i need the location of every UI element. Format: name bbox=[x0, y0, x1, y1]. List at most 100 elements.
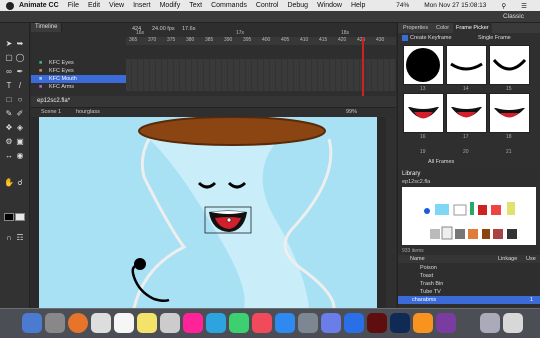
zoom-select[interactable]: 99% bbox=[346, 109, 357, 115]
animate-icon[interactable] bbox=[367, 313, 387, 333]
create-keyframe-checkbox[interactable] bbox=[402, 35, 408, 41]
zoom-tool-icon[interactable]: ☌ bbox=[15, 178, 25, 187]
menu-modify[interactable]: Modify bbox=[160, 2, 181, 9]
notes-icon[interactable] bbox=[137, 313, 157, 333]
frame-filter[interactable]: All Frames bbox=[428, 159, 454, 165]
paint-bucket-icon[interactable]: ◈ bbox=[15, 123, 25, 132]
document-tab[interactable]: ep12sc2.fla* bbox=[37, 98, 70, 104]
free-transform-icon[interactable]: ▢ bbox=[4, 53, 14, 62]
library-title[interactable]: Library bbox=[402, 171, 420, 177]
layer-name[interactable]: KFC Eyes bbox=[49, 59, 74, 67]
system-preferences-icon[interactable] bbox=[298, 313, 318, 333]
library-item[interactable]: Tube TV bbox=[398, 288, 540, 296]
camera-icon[interactable]: ◉ bbox=[15, 151, 25, 160]
menu-help[interactable]: Help bbox=[351, 2, 365, 9]
oval-tool-icon[interactable]: ○ bbox=[15, 95, 25, 104]
menu-edit[interactable]: Edit bbox=[88, 2, 100, 9]
snap-icon[interactable]: ∩ bbox=[4, 233, 14, 242]
frame-ruler[interactable]: 16s 17s 18s 365 370 375 380 385 390 395 … bbox=[126, 30, 396, 45]
transform-point[interactable] bbox=[226, 217, 232, 223]
frame-grid[interactable] bbox=[126, 59, 396, 91]
pencil-icon[interactable]: ✎ bbox=[4, 109, 14, 118]
3d-rotation-icon[interactable]: ◯ bbox=[15, 53, 25, 62]
menu-list-icon[interactable]: ☰ bbox=[521, 2, 527, 10]
breadcrumb-scene[interactable]: Scene 1 bbox=[41, 109, 61, 115]
bone-tool-icon[interactable]: ❖ bbox=[4, 123, 14, 132]
library-item[interactable]: Poison bbox=[398, 264, 540, 272]
rectangle-tool-icon[interactable]: □ bbox=[4, 95, 14, 104]
steam-icon[interactable] bbox=[344, 313, 364, 333]
photos-icon[interactable] bbox=[183, 313, 203, 333]
playhead[interactable] bbox=[362, 37, 364, 96]
pen-icon[interactable]: ✒ bbox=[15, 67, 25, 76]
width-tool-icon[interactable]: ↔ bbox=[4, 151, 14, 160]
frame-rate[interactable]: 24.00 fps bbox=[152, 26, 175, 32]
menu-commands[interactable]: Commands bbox=[211, 2, 247, 9]
frame-mode-select[interactable]: Single Frame bbox=[478, 35, 511, 41]
menu-app-name[interactable]: Animate CC bbox=[19, 2, 59, 9]
tab-frame-picker[interactable]: Frame Picker bbox=[453, 23, 492, 33]
menu-insert[interactable]: Insert bbox=[133, 2, 151, 9]
library-file-select[interactable]: ep12sc2.fla bbox=[402, 179, 430, 185]
stage-scrollbar[interactable] bbox=[386, 117, 396, 317]
frame-thumb[interactable] bbox=[403, 93, 444, 133]
layer-name[interactable]: KFC Mouth bbox=[49, 75, 77, 83]
finder-icon[interactable] bbox=[22, 313, 42, 333]
text-tool-icon[interactable]: T bbox=[4, 81, 14, 90]
eyedropper-icon[interactable]: ⚙ bbox=[4, 137, 14, 146]
col-name[interactable]: Name bbox=[410, 255, 425, 263]
menu-control[interactable]: Control bbox=[256, 2, 279, 9]
menu-view[interactable]: View bbox=[109, 2, 124, 9]
menu-window[interactable]: Window bbox=[317, 2, 342, 9]
hand-tool-icon[interactable]: ✋ bbox=[4, 178, 14, 187]
library-item[interactable]: Trash Bin bbox=[398, 280, 540, 288]
chrome-icon[interactable] bbox=[91, 313, 111, 333]
selection-tool-icon[interactable]: ➤ bbox=[4, 39, 14, 48]
fill-color-swatch[interactable] bbox=[15, 213, 25, 221]
frame-thumb[interactable] bbox=[403, 45, 444, 85]
apple-icon[interactable] bbox=[6, 1, 14, 10]
eraser-icon[interactable]: ▣ bbox=[15, 137, 25, 146]
subselection-tool-icon[interactable]: ➥ bbox=[15, 39, 25, 48]
trash-icon[interactable] bbox=[503, 313, 523, 333]
col-use[interactable]: Use bbox=[526, 255, 536, 263]
lasso-icon[interactable]: ∞ bbox=[4, 67, 14, 76]
final-cut-icon[interactable] bbox=[436, 313, 456, 333]
battery-status[interactable]: 74% bbox=[396, 2, 409, 9]
layer-name[interactable]: KFC Arms bbox=[49, 83, 74, 91]
menu-debug[interactable]: Debug bbox=[287, 2, 308, 9]
stroke-color-swatch[interactable] bbox=[4, 213, 14, 221]
reminders-icon[interactable] bbox=[160, 313, 180, 333]
frame-thumb[interactable] bbox=[489, 45, 530, 85]
breadcrumb-symbol[interactable]: hourglass bbox=[76, 109, 100, 115]
frame-thumb[interactable] bbox=[446, 93, 487, 133]
facetime-icon[interactable] bbox=[229, 313, 249, 333]
discord-icon[interactable] bbox=[321, 313, 341, 333]
library-item[interactable]: Toast bbox=[398, 272, 540, 280]
brush-icon[interactable]: ✐ bbox=[15, 109, 25, 118]
stage-canvas[interactable] bbox=[39, 117, 377, 308]
tab-properties[interactable]: Properties bbox=[400, 23, 431, 33]
calendar-icon[interactable] bbox=[114, 313, 134, 333]
layer-name[interactable]: KFC Eyes bbox=[49, 67, 74, 75]
workspace-switcher[interactable]: Classic bbox=[503, 13, 524, 20]
music-icon[interactable] bbox=[252, 313, 272, 333]
menu-text[interactable]: Text bbox=[189, 2, 202, 9]
messages-icon[interactable] bbox=[206, 313, 226, 333]
col-linkage[interactable]: Linkage bbox=[498, 255, 517, 263]
menu-file[interactable]: File bbox=[68, 2, 79, 9]
options-icon[interactable]: ☶ bbox=[15, 233, 25, 242]
photoshop-icon[interactable] bbox=[390, 313, 410, 333]
frame-thumb[interactable] bbox=[489, 93, 530, 133]
blender-icon[interactable] bbox=[413, 313, 433, 333]
app-store-icon[interactable] bbox=[275, 313, 295, 333]
search-icon[interactable]: ⚲ bbox=[501, 2, 506, 10]
library-item-selected[interactable]: charabms 1 bbox=[398, 296, 540, 304]
launchpad-icon[interactable] bbox=[45, 313, 65, 333]
firefox-icon[interactable] bbox=[68, 313, 88, 333]
frame-thumb[interactable] bbox=[446, 45, 487, 85]
tab-color[interactable]: Color bbox=[433, 23, 452, 33]
line-tool-icon[interactable]: / bbox=[15, 81, 25, 90]
downloads-icon[interactable] bbox=[480, 313, 500, 333]
clock[interactable]: Mon Nov 27 15:08:13 bbox=[424, 2, 486, 9]
